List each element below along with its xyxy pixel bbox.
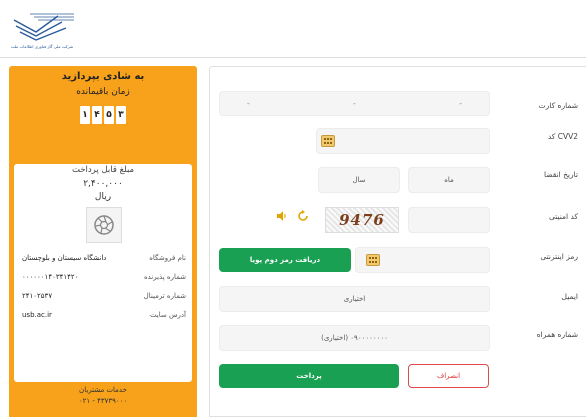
email-placeholder: اختیاری xyxy=(343,295,366,303)
terminal-number-value: ۲۴۱۰۲۵۳۷ xyxy=(22,292,53,300)
top-header: شرکت ملی گاز فناوری اطلاعات ملت xyxy=(0,0,586,58)
time-remaining-label: زمان باقیمانده xyxy=(76,87,130,97)
card-separator: - xyxy=(353,99,356,108)
website-row: آدرس سایت usb.ac.ir xyxy=(22,311,186,323)
mobile-input[interactable]: (اختیاری) ۰۹۰۰۰۰۰۰۰۰ xyxy=(219,325,490,351)
merchant-name-row: نام فروشگاه دانشگاه سیستان و بلوچستان xyxy=(22,254,186,266)
expiry-year-input[interactable]: سال xyxy=(318,167,400,193)
email-label: ایمیل xyxy=(561,292,578,301)
support-number: ۰۲۱ - ۴۳۷۳۹۰۰۰ xyxy=(78,397,128,405)
internet-password-label: رمز اینترنتی xyxy=(540,252,578,261)
card-separator: - xyxy=(246,99,250,108)
request-otp-button[interactable]: دریافت رمز دوم پویا xyxy=(219,248,351,272)
refresh-icon[interactable] xyxy=(297,210,309,222)
payment-info-panel: به شادی بپردازید زمان باقیمانده ۱ ۴ ۵ ۳ … xyxy=(9,66,197,417)
timer-digit: ۵ xyxy=(104,106,114,124)
virtual-keyboard-icon[interactable] xyxy=(366,254,380,266)
audio-captcha-icon[interactable] xyxy=(276,210,288,222)
expiry-month-input[interactable]: ماه xyxy=(408,167,490,193)
timer-digit: ۴ xyxy=(92,106,102,124)
timer-digit: ۳ xyxy=(116,106,126,124)
month-placeholder: ماه xyxy=(444,176,454,184)
card-number-input[interactable]: - - - xyxy=(219,91,490,116)
amount-value: ۲,۴۰۰,۰۰۰ xyxy=(83,179,123,189)
virtual-keyboard-icon[interactable] xyxy=(321,135,335,147)
aperture-icon xyxy=(94,215,114,235)
terminal-number-row: شماره ترمینال ۲۴۱۰۲۵۳۷ xyxy=(22,292,186,304)
merchant-logo xyxy=(86,207,122,243)
expiry-label: تاریخ انقضا xyxy=(543,170,578,179)
merchant-name-label: نام فروشگاه xyxy=(149,254,186,262)
acceptor-number-row: شماره پذیرنده ۰۰۰۰۰۰۱۴۰۳۴۱۴۲۰ xyxy=(22,273,186,285)
website-label: آدرس سایت xyxy=(149,311,186,319)
countdown-timer: ۱ ۴ ۵ ۳ xyxy=(9,106,197,124)
security-code-label: کد امنیتی xyxy=(548,212,578,221)
card-number-label: شماره کارت xyxy=(538,101,578,110)
mobile-label: شماره همراه xyxy=(536,330,578,339)
cancel-button[interactable]: انصراف xyxy=(408,364,489,388)
merchant-name-value: دانشگاه سیستان و بلوچستان xyxy=(22,254,107,262)
email-input[interactable]: اختیاری xyxy=(219,286,490,312)
website-value: usb.ac.ir xyxy=(22,311,52,319)
terminal-number-label: شماره ترمینال xyxy=(143,292,186,300)
cvv2-label: کد CVV2 xyxy=(547,132,578,141)
card-separator: - xyxy=(459,99,463,108)
amount-title: مبلغ قابل پرداخت xyxy=(71,165,135,175)
cvv2-input[interactable] xyxy=(316,128,490,154)
support-label: خدمات مشتریان xyxy=(79,386,127,394)
pay-button[interactable]: پرداخت xyxy=(219,364,399,388)
acceptor-number-label: شماره پذیرنده xyxy=(143,273,186,281)
year-placeholder: سال xyxy=(352,176,366,184)
amount-unit: ریال xyxy=(94,192,112,202)
acceptor-number-value: ۰۰۰۰۰۰۱۴۰۳۴۱۴۲۰ xyxy=(22,273,79,281)
mobile-placeholder: (اختیاری) ۰۹۰۰۰۰۰۰۰۰ xyxy=(321,334,388,342)
payment-summary-card: مبلغ قابل پرداخت ۲,۴۰۰,۰۰۰ ریال نام فروش… xyxy=(14,164,192,382)
panel-title: به شادی بپردازید xyxy=(61,71,145,82)
timer-digit: ۱ xyxy=(80,106,90,124)
security-code-input[interactable] xyxy=(408,207,490,233)
logo-caption: شرکت ملی گاز فناوری اطلاعات ملت xyxy=(10,44,74,49)
captcha-image: 9476 xyxy=(325,207,399,233)
